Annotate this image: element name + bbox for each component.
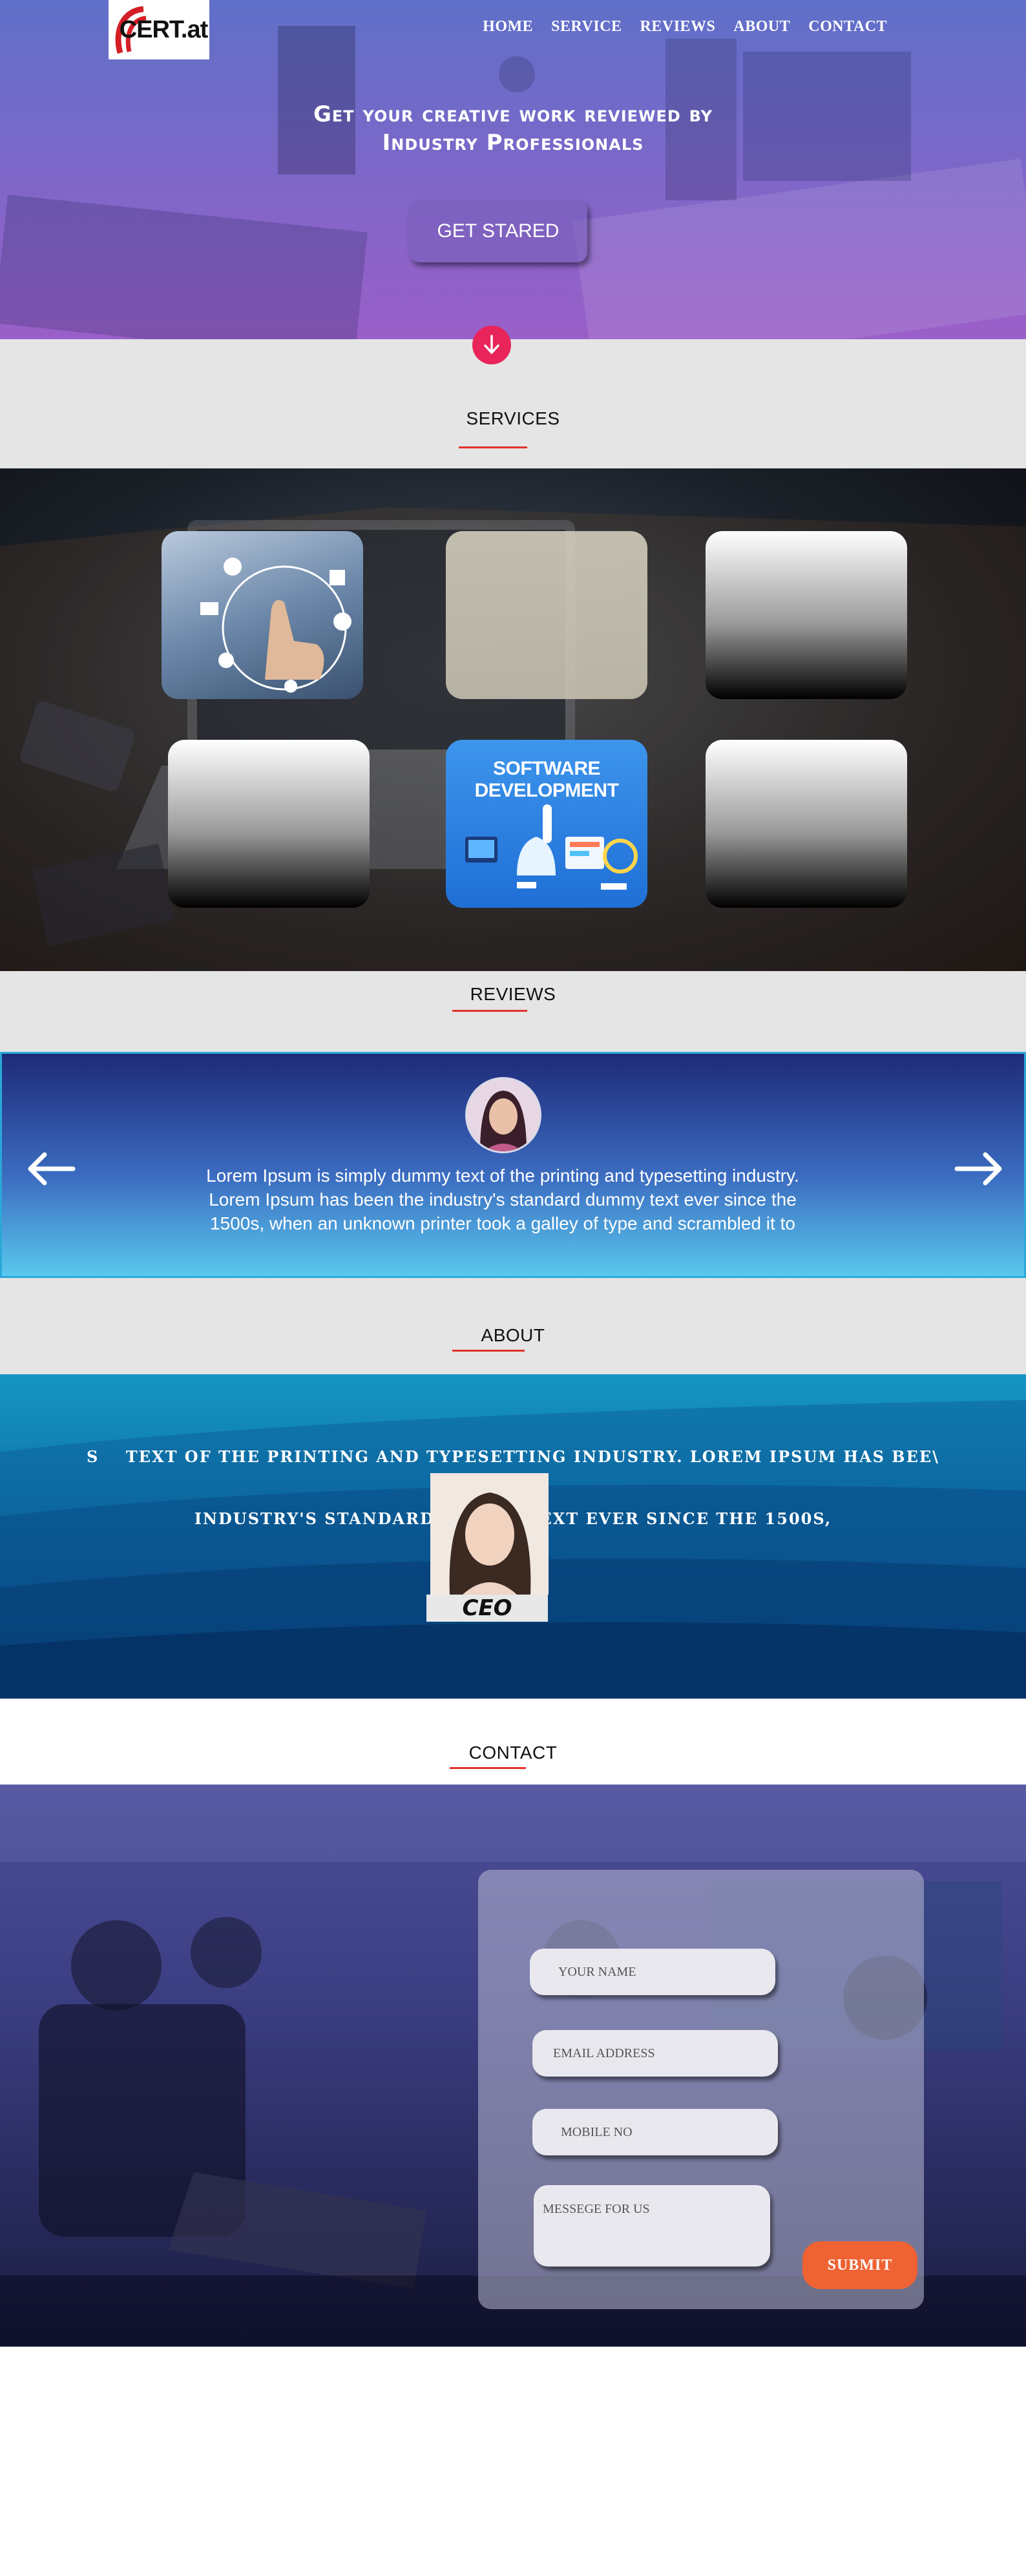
services-heading-underline <box>459 446 527 448</box>
about-section: S TEXT OF THE PRINTING AND TYPESETTING I… <box>0 1374 1026 1699</box>
nav-reviews[interactable]: REVIEWS <box>640 18 716 36</box>
reviews-heading: REVIEWS <box>470 984 556 1004</box>
mobile-input[interactable]: MOBILE NO <box>532 2109 778 2155</box>
reviewer-avatar <box>465 1077 541 1153</box>
ceo-caption: CEO <box>426 1595 548 1622</box>
arrow-left-icon <box>28 1152 76 1186</box>
submit-button[interactable]: SUBMIT <box>802 2241 917 2289</box>
service-tile-2[interactable] <box>446 531 647 699</box>
nav-about[interactable]: ABOUT <box>733 18 790 36</box>
hero-title-line2: Industry Professionals <box>382 130 644 156</box>
about-marquee-line1: S TEXT OF THE PRINTING AND TYPESETTING I… <box>87 1447 939 1466</box>
about-heading-underline <box>452 1350 525 1352</box>
logo[interactable]: CERT.at <box>109 0 209 59</box>
hero-title-line1: Get your creative work reviewed by <box>313 101 713 127</box>
nav-contact[interactable]: CONTACT <box>808 18 887 36</box>
scroll-down-button[interactable] <box>472 326 511 364</box>
reviews-heading-underline <box>452 1010 527 1012</box>
main-nav: HOME SERVICE REVIEWS ABOUT CONTACT <box>483 18 887 36</box>
nav-home[interactable]: HOME <box>483 18 533 36</box>
arrow-down-icon <box>484 335 499 354</box>
review-prev-button[interactable] <box>25 1149 77 1188</box>
contact-heading: CONTACT <box>468 1743 558 1763</box>
services-section: SOFTWARE DEVELOPMENT <box>0 468 1026 971</box>
ceo-photo <box>430 1473 549 1595</box>
name-input[interactable]: YOUR NAME <box>530 1949 775 1995</box>
digital-network-icon <box>200 558 351 693</box>
message-textarea[interactable]: MESSEGE FOR US <box>534 2185 770 2267</box>
services-heading-band <box>0 339 1026 468</box>
service-tile-3[interactable] <box>706 531 907 699</box>
review-text: Lorem Ipsum is simply dummy text of the … <box>206 1166 799 1233</box>
email-input[interactable]: EMAIL ADDRESS <box>532 2030 778 2077</box>
reviews-section: Lorem Ipsum is simply dummy text of the … <box>0 1052 1026 1278</box>
contact-heading-underline <box>450 1767 526 1769</box>
service-tile-1[interactable] <box>162 531 363 699</box>
hero-title: Get your creative work reviewed by Indus… <box>0 100 1026 157</box>
get-started-button[interactable]: GET STARED <box>409 200 587 262</box>
services-heading: SERVICES <box>466 408 560 428</box>
arrow-right-icon <box>954 1152 1002 1186</box>
service-tile-software-development[interactable]: SOFTWARE DEVELOPMENT <box>446 740 647 908</box>
service-tile-4[interactable] <box>168 740 370 908</box>
nav-service[interactable]: SERVICE <box>551 18 622 36</box>
about-heading: ABOUT <box>481 1325 545 1345</box>
software-development-icon <box>465 804 638 890</box>
logo-text: CERT.at <box>119 16 209 43</box>
reviewer-portrait-image <box>467 1079 539 1151</box>
hero-section: CERT.at HOME SERVICE REVIEWS ABOUT CONTA… <box>0 0 1026 339</box>
service-tile-6[interactable] <box>706 740 907 908</box>
review-next-button[interactable] <box>953 1149 1005 1188</box>
ceo-portrait-image <box>430 1473 549 1595</box>
